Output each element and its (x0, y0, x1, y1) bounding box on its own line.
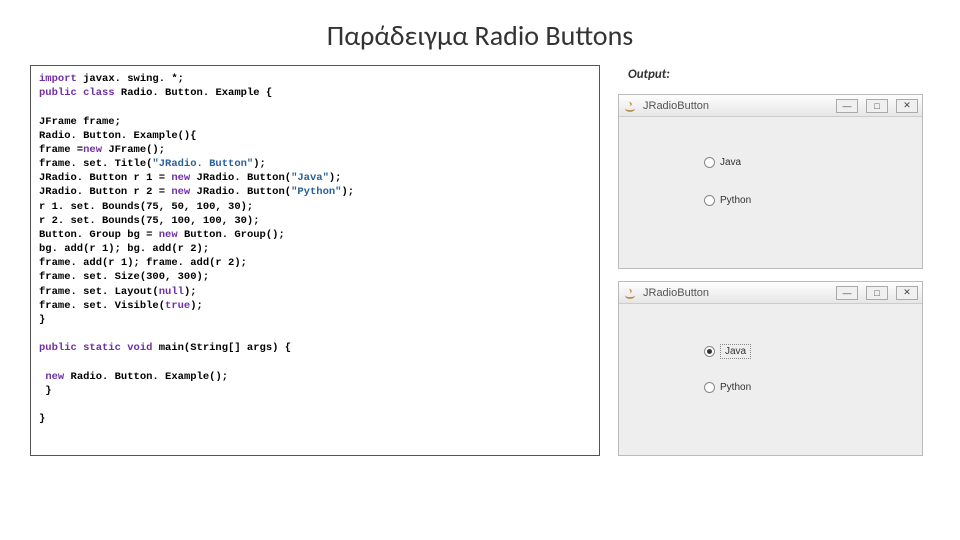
code-box: import javax. swing. *; public class Rad… (30, 65, 600, 456)
maximize-button[interactable]: □ (866, 99, 888, 113)
code-text: ); (190, 300, 203, 312)
code-text: JRadio. Button r 2 = (39, 186, 171, 198)
code-text: } (39, 314, 45, 326)
str: "JRadio. Button" (152, 158, 253, 170)
kw: new (159, 229, 178, 241)
java-window-unselected: JRadioButton — □ ✕ Java Python (618, 94, 923, 269)
kw: true (165, 300, 190, 312)
code-text: ); (341, 186, 354, 198)
kw: new (171, 172, 190, 184)
java-cup-icon (623, 286, 637, 300)
code-text: Button. Group bg = (39, 229, 159, 241)
code-text: main(String[] args) { (152, 342, 291, 354)
kw: new (171, 186, 190, 198)
code-text: frame = (39, 144, 83, 156)
code-text: frame. set. Size(300, 300); (39, 271, 209, 283)
radio-java-selected[interactable]: Java (704, 344, 751, 359)
str: "Python" (291, 186, 341, 198)
str: "Java" (291, 172, 329, 184)
code-text: ); (184, 286, 197, 298)
code-text: frame. add(r 1); frame. add(r 2); (39, 257, 247, 269)
code-text: Radio. Button. Example(){ (39, 130, 197, 142)
radio-icon (704, 195, 715, 206)
code-text: r 2. set. Bounds(75, 100, 100, 30); (39, 215, 260, 227)
slide-title: Παράδειγμα Radio Buttons (0, 0, 960, 65)
code-text: ); (329, 172, 342, 184)
minimize-button[interactable]: — (836, 99, 858, 113)
code-text: JRadio. Button( (190, 172, 291, 184)
radio-label: Python (720, 382, 751, 393)
kw: new (83, 144, 102, 156)
output-label: Output: (618, 65, 930, 82)
code-text: r 1. set. Bounds(75, 50, 100, 30); (39, 201, 253, 213)
kw: public static void (39, 342, 152, 354)
code-text: frame. set. Visible( (39, 300, 165, 312)
code-text: Radio. Button. Example { (115, 87, 273, 99)
kw: import (39, 73, 77, 85)
code-text: Button. Group(); (178, 229, 285, 241)
code-text: JRadio. Button r 1 = (39, 172, 171, 184)
code-text: JFrame frame; (39, 116, 121, 128)
window-body: Java Python (619, 304, 922, 455)
radio-java[interactable]: Java (704, 157, 741, 168)
code-text: javax. swing. *; (77, 73, 184, 85)
window-titlebar: JRadioButton — □ ✕ (619, 282, 922, 304)
code-text: Radio. Button. Example(); (64, 371, 228, 383)
window-title-text: JRadioButton (643, 100, 828, 112)
maximize-button[interactable]: □ (866, 286, 888, 300)
window-body: Java Python (619, 117, 922, 268)
radio-icon (704, 382, 715, 393)
close-button[interactable]: ✕ (896, 99, 918, 113)
code-text: frame. set. Layout( (39, 286, 159, 298)
code-text: bg. add(r 1); bg. add(r 2); (39, 243, 209, 255)
output-column: Output: JRadioButton — □ ✕ Java Python (618, 65, 930, 456)
radio-icon-selected (704, 346, 715, 357)
code-text: } (39, 413, 45, 425)
radio-label: Python (720, 195, 751, 206)
radio-icon (704, 157, 715, 168)
close-button[interactable]: ✕ (896, 286, 918, 300)
window-titlebar: JRadioButton — □ ✕ (619, 95, 922, 117)
radio-label: Java (720, 157, 741, 168)
java-window-selected: JRadioButton — □ ✕ Java Python (618, 281, 923, 456)
kw: public class (39, 87, 115, 99)
code-text: JFrame(); (102, 144, 165, 156)
window-title-text: JRadioButton (643, 287, 828, 299)
radio-python[interactable]: Python (704, 382, 751, 393)
kw: new (45, 371, 64, 383)
minimize-button[interactable]: — (836, 286, 858, 300)
code-text: ); (253, 158, 266, 170)
content-row: import javax. swing. *; public class Rad… (0, 65, 960, 456)
kw: null (159, 286, 184, 298)
code-text: frame. set. Title( (39, 158, 152, 170)
radio-python[interactable]: Python (704, 195, 751, 206)
java-cup-icon (623, 99, 637, 113)
code-text: JRadio. Button( (190, 186, 291, 198)
radio-label-focused: Java (720, 344, 751, 359)
code-text: } (39, 385, 52, 397)
